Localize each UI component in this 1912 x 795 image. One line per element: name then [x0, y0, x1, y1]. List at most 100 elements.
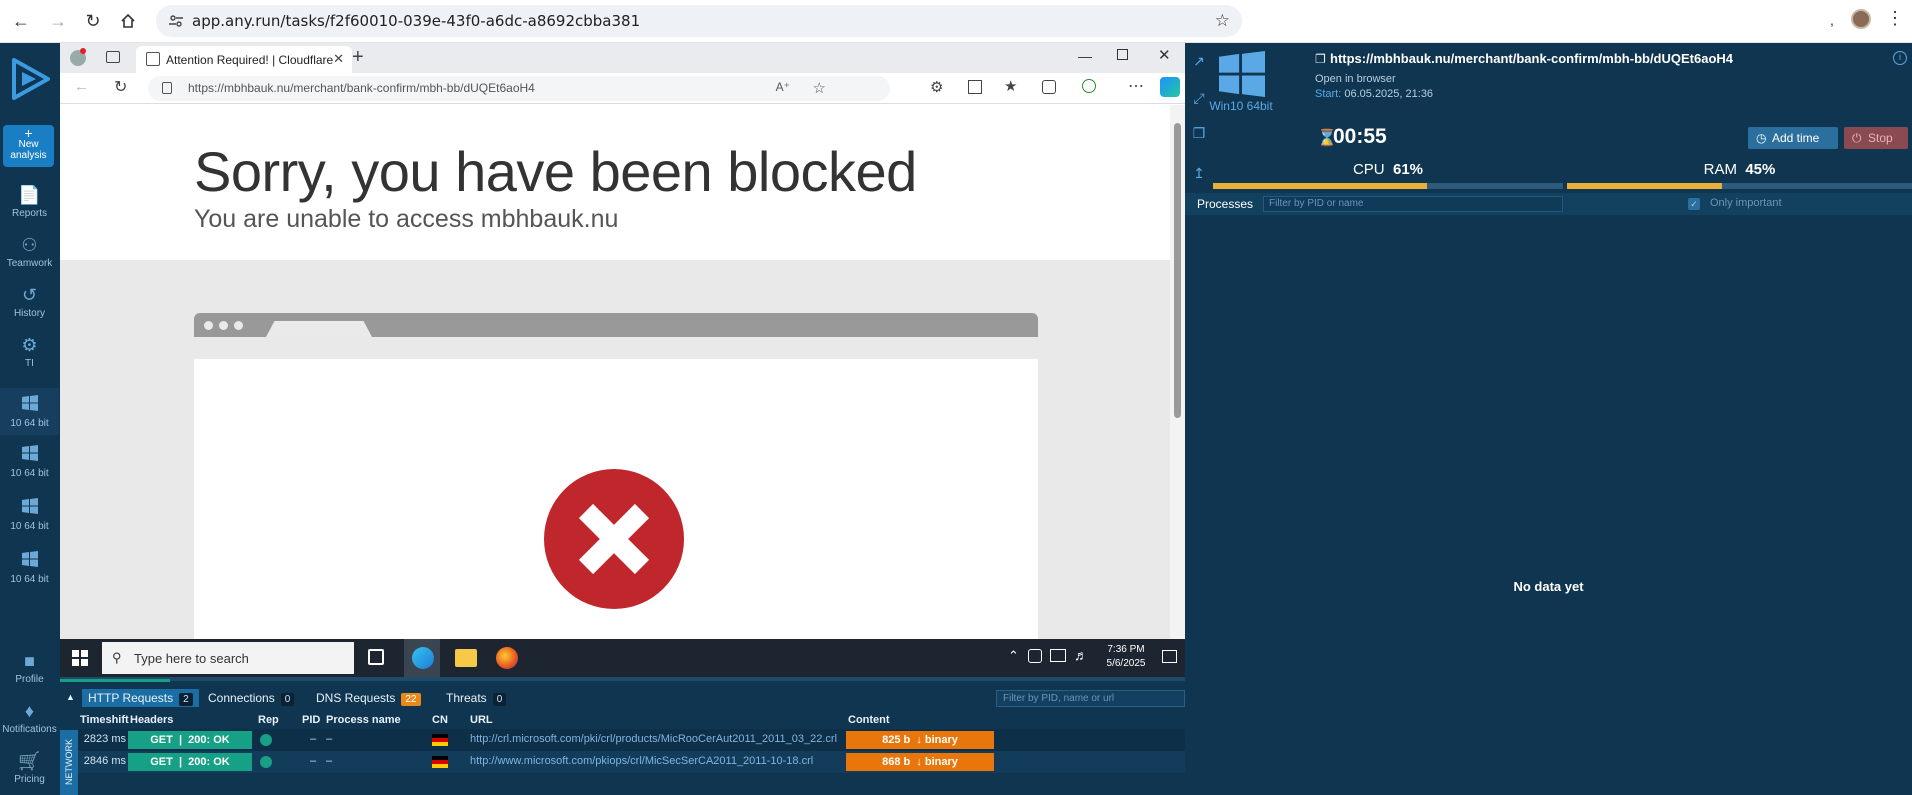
col-url: URL — [470, 714, 493, 726]
forward-icon[interactable]: → — [45, 8, 71, 34]
plus-icon: + — [24, 125, 33, 141]
settings-dots-icon[interactable]: ⋯ — [1128, 76, 1144, 96]
collections-icon[interactable] — [1042, 80, 1056, 94]
network-filter-input[interactable]: Filter by PID, name or url — [996, 690, 1185, 707]
windows-start-icon[interactable] — [72, 650, 88, 669]
copy-url-icon[interactable]: ❐ — [1315, 52, 1326, 66]
row-headers[interactable]: GET | 200: OK — [128, 731, 252, 749]
site-info-icon[interactable] — [168, 13, 184, 32]
tab-threats[interactable]: Threats 0 — [440, 689, 512, 707]
notification-center-icon[interactable] — [1162, 650, 1177, 663]
extensions-icon[interactable]: ⚙ — [930, 78, 943, 96]
tab-connections[interactable]: Connections 0 — [202, 689, 300, 707]
sidebar-item-vm-1[interactable]: 10 64 bit — [0, 388, 59, 435]
tray-chevron-icon[interactable]: ⌃ — [1008, 648, 1019, 664]
back-icon[interactable]: ← — [74, 78, 89, 95]
close-window-icon[interactable]: ✕ — [1158, 46, 1171, 64]
col-cn: CN — [432, 714, 448, 726]
sidebar-item-pricing[interactable]: 🛒 Pricing — [0, 751, 59, 785]
edge-app-icon[interactable] — [412, 647, 434, 669]
sidebar-item-notifications[interactable]: ♦ Notifications — [0, 701, 59, 735]
sidebar-item-vm-3[interactable]: 10 64 bit — [0, 498, 59, 532]
germany-flag-icon — [432, 756, 448, 768]
task-view-icon[interactable] — [368, 649, 384, 665]
sidebar-item-teamwork[interactable]: ⚇ Teamwork — [0, 235, 59, 269]
page-subtitle: You are unable to access mbhbauk.nu — [194, 205, 619, 233]
clock-date: 5/6/2025 — [1106, 658, 1146, 669]
network-tabs: ▲ HTTP Requests 2 Connections 0 DNS Reques… — [60, 687, 1185, 709]
edge-tab-strip: Attention Required! | Cloudflare ✕ + — ✕ — [60, 43, 1185, 73]
upload-icon[interactable]: ↥ — [1191, 165, 1207, 181]
timer: 00:55 — [1333, 125, 1387, 148]
copy-icon[interactable]: ❐ — [1191, 125, 1207, 141]
address-bar[interactable]: app.any.run/tasks/f2f60010-039e-43f0-a6d… — [156, 5, 1242, 37]
anyrun-logo-icon[interactable] — [8, 56, 52, 102]
row-content[interactable]: 825 b ↓ binary — [846, 731, 994, 749]
row-pid: – — [310, 755, 317, 767]
network-side-label: NETWORK — [60, 730, 78, 795]
tab-count: 0 — [280, 693, 295, 706]
edge-address-bar[interactable]: https://mbhbauk.nu/merchant/bank-confirm… — [148, 76, 890, 101]
row-content[interactable]: 868 b ↓ binary — [846, 753, 994, 771]
tab-http-requests[interactable]: HTTP Requests 2 — [82, 689, 199, 707]
collapse-icon[interactable]: ▲ — [66, 692, 75, 702]
table-row[interactable]: 2823 ms GET | 200: OK – – http://crl.mic… — [78, 729, 1185, 751]
blocked-x-icon — [544, 469, 684, 609]
back-icon[interactable]: ← — [8, 8, 34, 34]
home-icon[interactable] — [115, 8, 141, 34]
progress-strip — [60, 679, 170, 682]
row-url[interactable]: http://crl.microsoft.com/pki/crl/product… — [470, 733, 837, 745]
reload-icon[interactable]: ↻ — [80, 8, 106, 34]
row-size: 868 b — [882, 756, 911, 768]
favorites-icon[interactable]: ★ — [1004, 77, 1017, 95]
scrollbar-thumb[interactable] — [1174, 123, 1181, 418]
refresh-icon[interactable]: ↻ — [114, 77, 127, 97]
processes-filter-input[interactable]: Filter by PID or name — [1263, 196, 1563, 212]
minimize-icon[interactable]: — — [1078, 48, 1092, 64]
volume-icon[interactable]: ♬ — [1074, 647, 1088, 663]
avatar[interactable] — [1851, 9, 1871, 29]
stop-button[interactable]: ⏻ Stop — [1844, 127, 1908, 149]
favorite-star-icon[interactable]: ☆ — [813, 79, 826, 97]
browser-essentials-icon[interactable] — [1082, 79, 1096, 93]
maximize-icon[interactable] — [1117, 49, 1128, 60]
page-scrollbar[interactable] — [1170, 105, 1185, 639]
sidebar-item-ti[interactable]: ⚙ TI — [0, 335, 59, 369]
task-url[interactable]: https://mbhbauk.nu/merchant/bank-confirm… — [1330, 51, 1733, 66]
firefox-icon[interactable] — [496, 647, 518, 669]
sidebar-item-profile[interactable]: ■ Profile — [0, 651, 59, 685]
new-tab-icon[interactable]: + — [352, 46, 364, 69]
sidebar-item-vm-2[interactable]: 10 64 bit — [0, 445, 59, 479]
taskbar-clock[interactable]: 7:36 PM 5/6/2025 — [1100, 643, 1152, 671]
copilot-icon[interactable] — [1160, 77, 1180, 97]
open-in-browser-link[interactable]: Open in browser — [1315, 73, 1396, 85]
tray-device-icon[interactable] — [1028, 649, 1042, 663]
sidebar-item-label: Profile — [15, 674, 44, 685]
info-icon[interactable]: i — [1893, 51, 1907, 65]
sidebar-item-reports[interactable]: 📄 Reports — [0, 185, 59, 219]
sidebar-item-history[interactable]: ↺ History — [0, 285, 59, 319]
illustration-dot — [204, 321, 213, 330]
close-tab-icon[interactable]: ✕ — [333, 51, 344, 67]
row-headers[interactable]: GET | 200: OK — [128, 753, 252, 771]
read-aloud-icon[interactable]: A⁺ — [776, 80, 790, 94]
sidebar-item-label: TI — [25, 358, 34, 369]
tab-dns-requests[interactable]: DNS Requests 22 — [310, 689, 427, 707]
file-explorer-icon[interactable] — [455, 649, 477, 667]
sidebar-item-vm-4[interactable]: 10 64 bit — [0, 551, 59, 585]
bookmark-star-icon[interactable]: ☆ — [1215, 11, 1230, 31]
vm-screen[interactable]: Attention Required! | Cloudflare ✕ + — ✕… — [60, 43, 1185, 795]
tab-cloudflare[interactable]: Attention Required! | Cloudflare ✕ — [136, 46, 352, 73]
only-important-checkbox[interactable]: ✓ — [1688, 198, 1700, 210]
taskbar-search-input[interactable]: ⚲ Type here to search — [102, 642, 354, 674]
split-screen-icon[interactable] — [968, 80, 982, 94]
app-sidebar: + New analysis 📄 Reports ⚇ Teamwork ↺ Hi… — [0, 43, 59, 795]
add-time-button[interactable]: ◷ Add time — [1748, 127, 1838, 149]
open-external-icon[interactable]: ↗ — [1191, 53, 1207, 69]
new-analysis-button[interactable]: + New analysis — [3, 125, 54, 167]
menu-dots-icon[interactable]: ⋮ — [1886, 8, 1904, 29]
network-icon[interactable] — [1050, 649, 1066, 662]
tab-actions-icon[interactable] — [106, 51, 120, 63]
row-url[interactable]: http://www.microsoft.com/pkiops/crl/MicS… — [470, 755, 813, 767]
table-row[interactable]: 2846 ms GET | 200: OK – – http://www.mic… — [78, 751, 1185, 773]
